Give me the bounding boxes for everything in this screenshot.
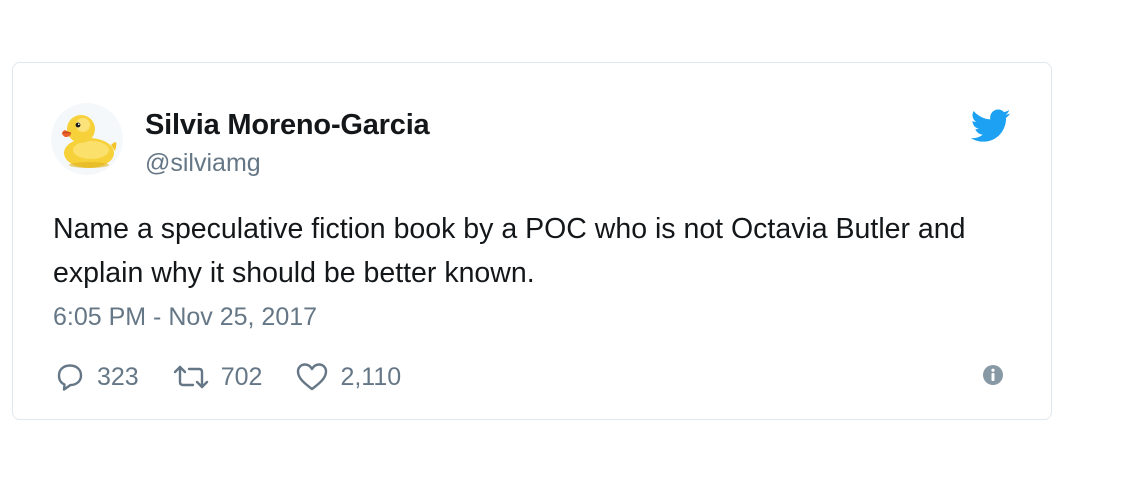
retweet-count: 702 <box>220 362 263 391</box>
tweet-text: Name a speculative fiction book by a POC… <box>53 213 966 289</box>
author-name[interactable]: Silvia Moreno-Garcia <box>145 109 430 142</box>
heart-icon <box>297 363 328 391</box>
tweet-actions: 323 702 2,110 <box>53 359 433 395</box>
rubber-duck-icon <box>62 115 117 168</box>
retweet-button[interactable]: 702 <box>171 362 263 392</box>
info-icon[interactable] <box>981 363 1005 387</box>
avatar[interactable] <box>51 103 123 175</box>
reply-icon <box>57 364 83 391</box>
reply-count: 323 <box>97 362 139 391</box>
tweet-card[interactable]: Silvia Moreno-Garcia @silviamg Name a sp… <box>12 62 1052 420</box>
like-button[interactable]: 2,110 <box>294 361 401 393</box>
reply-button[interactable]: 323 <box>53 361 139 393</box>
twitter-bird-icon[interactable] <box>971 109 1011 143</box>
like-count: 2,110 <box>340 362 402 391</box>
author-handle[interactable]: @silviamg <box>145 149 261 178</box>
tweet-timestamp[interactable]: 6:05 PM - Nov 25, 2017 <box>53 303 317 332</box>
retweet-icon <box>173 365 208 389</box>
